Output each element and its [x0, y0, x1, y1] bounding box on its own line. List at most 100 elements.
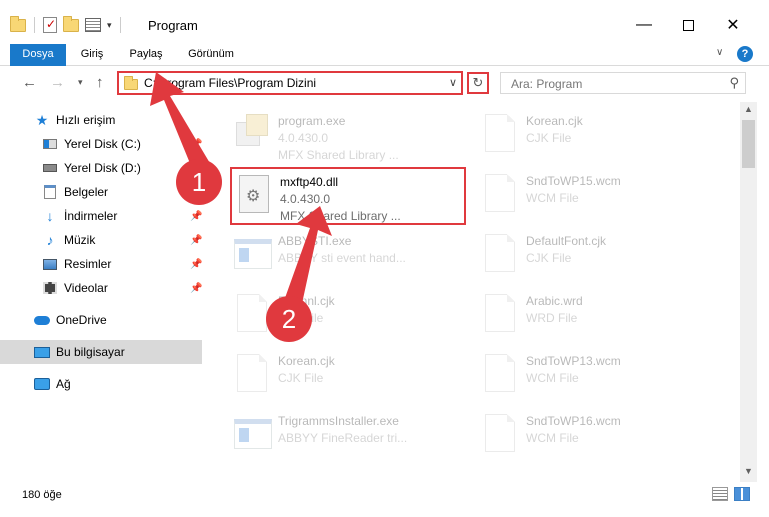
sidebar-item-onedrive[interactable]: OneDrive	[0, 308, 202, 332]
list-item[interactable]: DefaultFont.cjk CJK File	[478, 228, 708, 284]
search-box[interactable]: Ara: Program ⚲	[500, 72, 746, 94]
file-detail: WCM File	[526, 191, 579, 205]
sidebar-item-this-pc[interactable]: Bu bilgisayar	[0, 340, 202, 364]
sidebar-item-label: Müzik	[64, 233, 96, 247]
explorer-window: ▾ Program — ✕ Dosya Giriş Paylaş Görünüm…	[0, 0, 769, 517]
blank-file-icon	[482, 174, 518, 214]
pin-icon: 📌	[190, 138, 203, 150]
sidebar-item-videos[interactable]: Videolar 📌	[0, 276, 202, 300]
navigation-bar: ← → ▾ ↑ C:\Program Files\Program Dizini …	[0, 66, 769, 102]
sidebar-item-label: OneDrive	[56, 313, 107, 327]
sidebar-item-local-disk-c[interactable]: Yerel Disk (C:) 📌	[0, 132, 202, 156]
dll-gear-icon: ⚙	[236, 175, 272, 215]
tab-share[interactable]: Paylaş	[124, 44, 168, 66]
blank-file-icon	[482, 234, 518, 274]
list-item[interactable]: Arabic.wrd WRD File	[478, 288, 708, 344]
blank-file-icon	[234, 354, 270, 394]
navigation-pane: ★ Hızlı erişim Yerel Disk (C:) 📌 Yerel D…	[0, 102, 206, 482]
back-arrow-icon[interactable]: ←	[22, 74, 37, 91]
sidebar-item-quick-access[interactable]: ★ Hızlı erişim	[0, 108, 202, 132]
sidebar-item-label: Yerel Disk (D:)	[64, 161, 141, 175]
list-item[interactable]: SndToWP13.wcm WCM File	[478, 348, 708, 404]
sidebar-item-network[interactable]: Ağ	[0, 372, 202, 396]
videos-icon	[42, 281, 58, 295]
view-properties-icon[interactable]	[85, 18, 101, 32]
file-list: program.exe 4.0.430.0 MFX Shared Library…	[206, 102, 740, 482]
item-count: 180 öğe	[22, 489, 62, 501]
file-name: DefaultFont.cjk	[526, 234, 607, 248]
file-detail: ABBYY sti event hand...	[278, 251, 406, 265]
maximize-button[interactable]	[665, 10, 711, 40]
list-item-highlighted[interactable]: ⚙ mxftp40.dll 4.0.430.0 MFX Shared Libra…	[230, 167, 466, 225]
address-bar[interactable]: C:\Program Files\Program Dizini ∨	[117, 71, 463, 95]
list-item[interactable]: SndToWP15.wcm WCM File	[478, 168, 708, 224]
new-folder-icon[interactable]	[63, 15, 79, 32]
maximize-icon	[682, 19, 694, 31]
file-name: SndToWP13.wcm	[526, 354, 621, 368]
list-item[interactable]: TrigrammsInstaller.exe ABBYY FineReader …	[230, 408, 460, 464]
blank-file-icon	[234, 294, 270, 334]
file-detail: 4.0.430.0	[280, 192, 331, 206]
search-input[interactable]: Ara: Program	[511, 77, 582, 91]
vertical-scrollbar[interactable]: ▲ ▼	[740, 102, 757, 482]
scrollbar-thumb[interactable]	[742, 120, 755, 168]
list-item[interactable]: Korean.cjk CJK File	[478, 108, 708, 164]
file-detail: CJK File	[526, 131, 572, 145]
sidebar-item-label: Resimler	[64, 257, 112, 271]
blank-file-icon	[482, 294, 518, 334]
sidebar-item-label: Ağ	[56, 377, 71, 391]
list-item[interactable]: program.exe 4.0.430.0 MFX Shared Library…	[230, 108, 460, 164]
tab-view[interactable]: Görünüm	[178, 44, 244, 66]
tiles-view-icon[interactable]	[734, 487, 750, 501]
pin-icon: 📌	[190, 210, 203, 222]
scroll-up-chevron-icon[interactable]: ▲	[740, 104, 757, 114]
forward-arrow-icon[interactable]: →	[50, 74, 65, 91]
file-name: program.exe	[278, 114, 346, 128]
sidebar-item-label: Hızlı erişim	[56, 113, 116, 127]
close-button[interactable]: ✕	[710, 10, 756, 40]
computer-icon	[34, 345, 50, 359]
file-name: SndToWP16.wcm	[526, 414, 621, 428]
expand-ribbon-chevron-icon[interactable]: ∨	[716, 47, 723, 58]
help-icon[interactable]: ?	[737, 46, 753, 62]
documents-icon	[42, 185, 58, 199]
list-item[interactable]: FoNnnl.cjk CJK File	[230, 288, 460, 344]
blank-file-icon	[482, 114, 518, 154]
file-name: Arabic.wrd	[526, 294, 583, 308]
refresh-button[interactable]: ↻	[467, 72, 489, 94]
properties-check-icon[interactable]	[43, 17, 57, 33]
music-icon: ♪	[46, 232, 54, 248]
recent-locations-chevron-icon[interactable]: ▾	[78, 77, 83, 88]
address-history-chevron-icon[interactable]: ∨	[449, 76, 457, 89]
network-icon	[34, 377, 50, 391]
minimize-button[interactable]: —	[621, 10, 667, 40]
list-item[interactable]: Korean.cjk CJK File	[230, 348, 460, 404]
sidebar-item-pictures[interactable]: Resimler 📌	[0, 252, 202, 276]
list-item[interactable]: ABBYSTI.exe ABBYY sti event hand...	[230, 228, 460, 284]
pin-icon: 📌	[190, 282, 203, 294]
sidebar-item-downloads[interactable]: ↓ İndirmeler 📌	[0, 204, 203, 228]
drive-icon	[42, 161, 58, 175]
sidebar-item-label: Yerel Disk (C:)	[64, 137, 141, 151]
folder-icon	[10, 15, 26, 32]
blank-file-icon	[482, 354, 518, 394]
title-bar: ▾ Program — ✕	[0, 0, 769, 44]
download-icon: ↓	[46, 208, 54, 224]
file-name: mxftp40.dll	[280, 175, 339, 189]
star-icon: ★	[35, 111, 49, 128]
sidebar-item-music[interactable]: ♪ Müzik 📌	[0, 228, 203, 252]
scroll-down-chevron-icon[interactable]: ▼	[740, 466, 757, 476]
details-view-icon[interactable]	[712, 487, 728, 501]
file-detail: CJK File	[278, 371, 324, 385]
cloud-icon	[34, 313, 50, 327]
search-icon: ⚲	[729, 75, 739, 90]
sidebar-item-label: Videolar	[64, 281, 108, 295]
up-arrow-icon[interactable]: ↑	[96, 74, 104, 91]
list-item[interactable]: SndToWP16.wcm WCM File	[478, 408, 708, 464]
address-path[interactable]: C:\Program Files\Program Dizini	[144, 76, 316, 90]
customize-toolbar-chevron-icon[interactable]: ▾	[107, 20, 112, 31]
file-detail: WCM File	[526, 431, 579, 445]
sidebar-item-local-disk-d[interactable]: Yerel Disk (D:)	[0, 156, 202, 180]
sidebar-item-documents[interactable]: Belgeler	[0, 180, 202, 204]
tab-home[interactable]: Giriş	[72, 44, 112, 66]
